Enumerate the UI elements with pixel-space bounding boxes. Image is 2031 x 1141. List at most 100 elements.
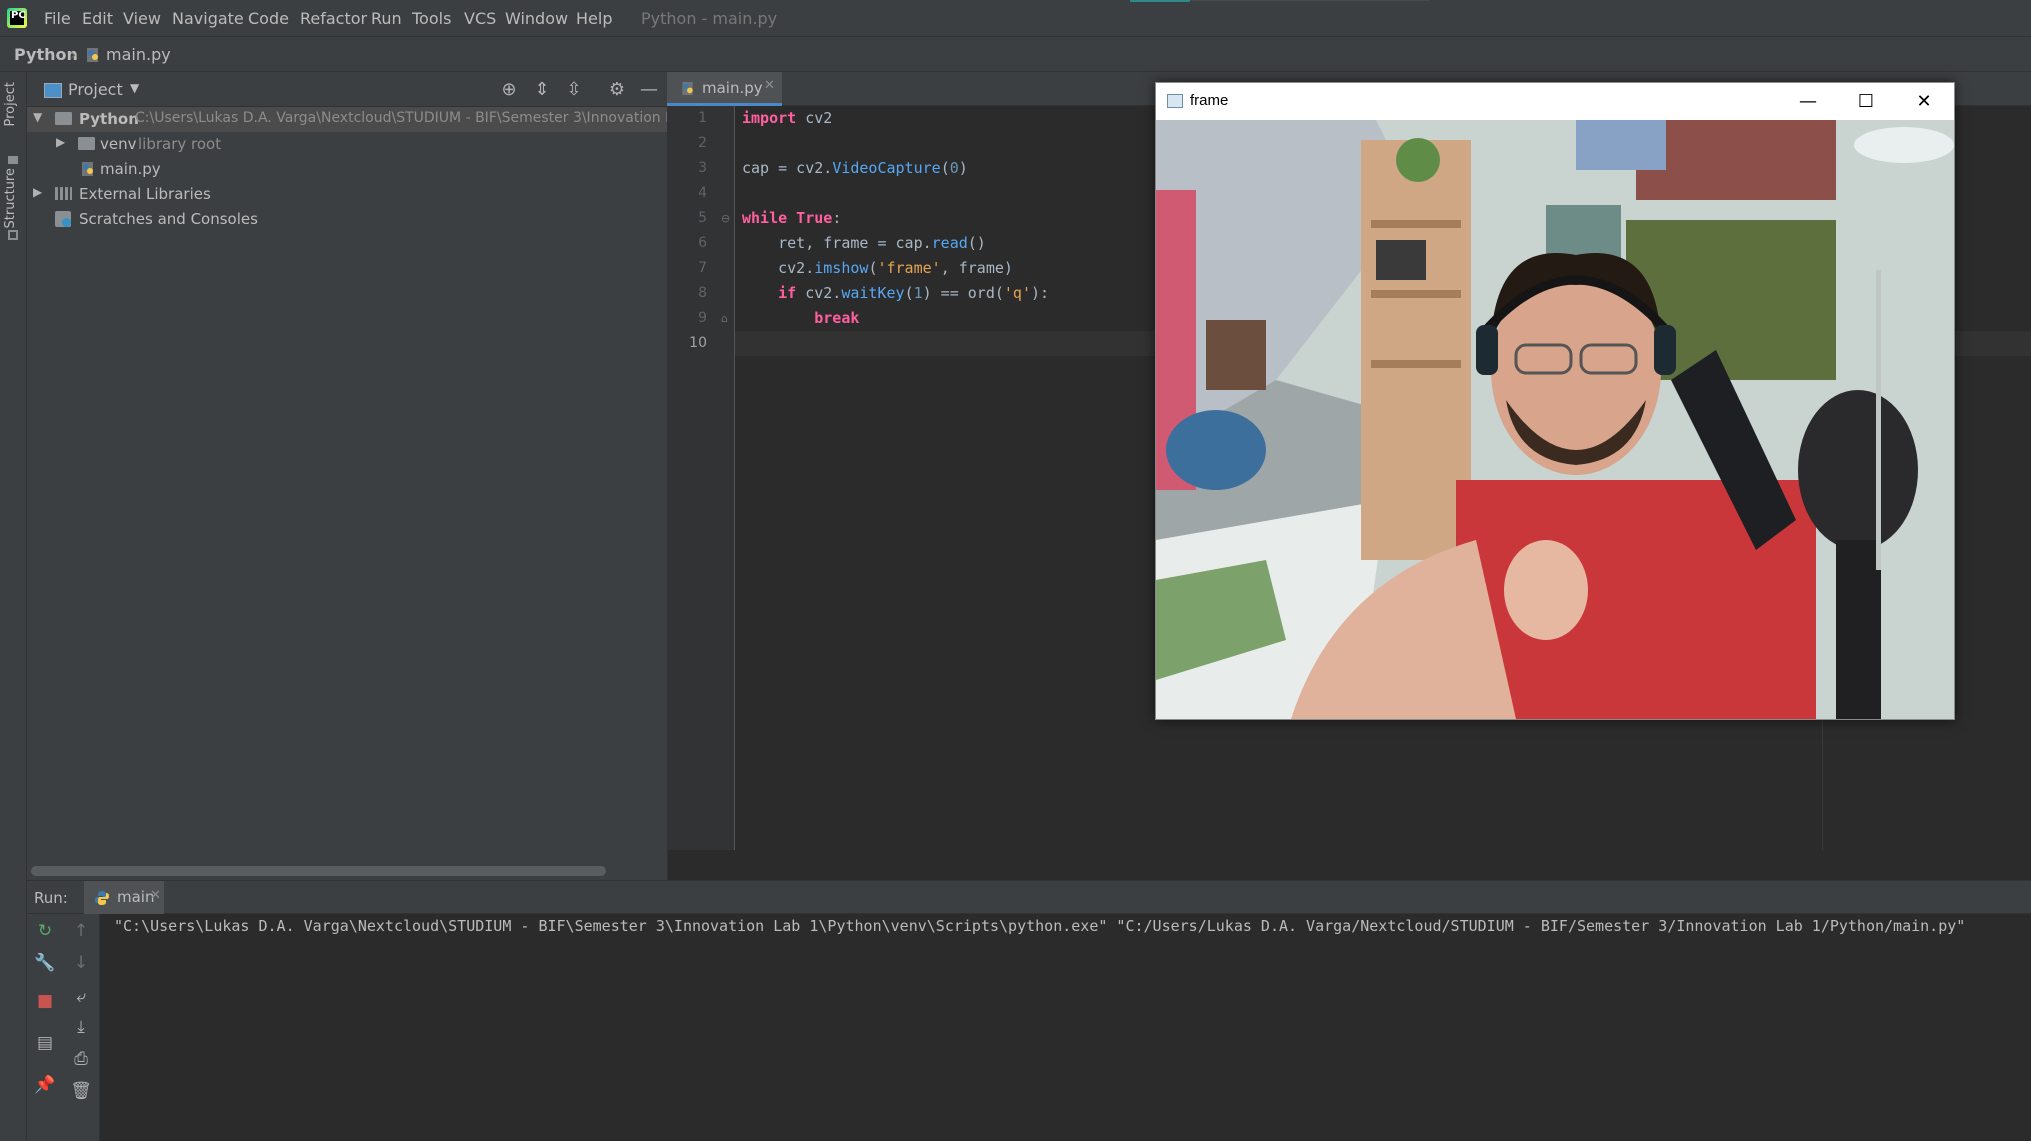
tree-item-detail: library root	[138, 135, 222, 153]
folder-icon	[55, 112, 72, 125]
stop-icon[interactable]: ■	[34, 990, 56, 1012]
line-number: 3	[698, 160, 707, 176]
project-panel-header: Project ▼ ⊕ ⇕ ⇳ ⚙ —	[27, 72, 667, 107]
run-panel-header: Run: main ✕	[27, 880, 2031, 915]
scroll-to-end-icon[interactable]: ⤓	[70, 1016, 92, 1038]
scratches-icon	[55, 211, 71, 227]
layout-icon[interactable]: ▤	[34, 1032, 56, 1054]
run-toolbar-secondary: ↑ ↓ ⤶ ⤓ ⎙ 🗑	[63, 914, 100, 1141]
console-command-line: "C:\Users\Lukas D.A. Varga\Nextcloud\STU…	[114, 917, 1966, 935]
trash-icon[interactable]: 🗑	[70, 1080, 92, 1102]
pin-icon[interactable]: 📌	[34, 1074, 56, 1096]
tree-item-main-py[interactable]: main.py	[27, 157, 667, 182]
maximize-icon[interactable]: ☐	[1837, 83, 1895, 120]
expand-all-icon[interactable]: ⇕	[531, 79, 553, 101]
tree-item-external-libraries[interactable]: ▶ External Libraries	[27, 182, 667, 207]
menu-navigate[interactable]: Navigate	[172, 9, 244, 28]
project-view-icon	[44, 83, 62, 98]
tab-label: main.py	[702, 79, 763, 97]
tree-item-venv[interactable]: ▶ venv library root	[27, 132, 667, 157]
chevron-right-icon[interactable]: ▶	[56, 135, 65, 149]
code-line-9: break	[814, 309, 860, 327]
minimize-icon[interactable]: —	[1779, 83, 1837, 120]
code-line-6: ret, frame = cap.read()	[742, 234, 986, 252]
code-line-5: while True:	[742, 209, 842, 227]
close-icon[interactable]: ✕	[1895, 83, 1953, 120]
menu-tools[interactable]: Tools	[412, 9, 451, 28]
left-tool-strip: Project Structure	[0, 72, 27, 1141]
chevron-down-icon[interactable]: ▼	[130, 81, 139, 95]
structure-tool-tab[interactable]: Structure	[3, 168, 18, 228]
print-icon[interactable]: ⎙	[70, 1048, 92, 1070]
frame-window-title: frame	[1190, 92, 1229, 109]
run-label: Run:	[34, 889, 68, 907]
line-number: 9	[698, 310, 707, 326]
frame-window-titlebar[interactable]: frame — ☐ ✕	[1156, 83, 1954, 120]
horizontal-scrollbar[interactable]	[31, 866, 606, 876]
gear-icon[interactable]: ⚙	[606, 79, 628, 101]
tree-item-label: Python	[79, 110, 139, 128]
menu-window[interactable]: Window	[505, 9, 568, 28]
line-number: 2	[698, 135, 707, 151]
editor-gutter: 1 2 3 4 5 6 7 8 9 10 ⊖ ⌂	[667, 106, 735, 850]
chevron-right-icon[interactable]: ▶	[33, 185, 42, 199]
menu-code[interactable]: Code	[248, 9, 289, 28]
tree-item-label: Scratches and Consoles	[79, 210, 258, 228]
menu-bar: PC File Edit View Navigate Code Refactor…	[0, 0, 2031, 36]
line-number: 1	[698, 110, 707, 126]
breadcrumb-file[interactable]: main.py	[106, 45, 171, 64]
project-tool-tab[interactable]: Project	[3, 82, 18, 126]
close-icon[interactable]: ✕	[764, 78, 775, 93]
tree-item-label: main.py	[100, 160, 161, 178]
line-number: 7	[698, 260, 707, 276]
project-panel-title[interactable]: Project	[68, 80, 123, 99]
console-output[interactable]: "C:\Users\Lukas D.A. Varga\Nextcloud\STU…	[100, 914, 2031, 1141]
line-number: 6	[698, 235, 707, 251]
navigation-bar: Python › main.py	[0, 36, 2031, 72]
breadcrumb-separator-icon: ›	[70, 45, 77, 64]
tree-item-python[interactable]: ▼ Python C:\Users\Lukas D.A. Varga\Nextc…	[27, 107, 690, 132]
run-tab-label: main	[117, 888, 155, 906]
collapse-all-icon[interactable]: ⇳	[563, 79, 585, 101]
menu-refactor[interactable]: Refactor	[300, 9, 367, 28]
tab-main-py[interactable]: main.py ✕	[667, 72, 782, 106]
python-icon	[95, 891, 109, 905]
menu-vcs[interactable]: VCS	[464, 9, 496, 28]
close-icon[interactable]: ✕	[150, 888, 161, 903]
rerun-icon[interactable]: ↻	[34, 920, 56, 942]
tree-item-scratches[interactable]: Scratches and Consoles	[27, 207, 667, 232]
tree-item-label: venv	[100, 135, 137, 153]
menu-help[interactable]: Help	[576, 9, 612, 28]
folder-icon	[8, 156, 18, 164]
line-number: 5	[698, 210, 707, 226]
webcam-image	[1156, 120, 1954, 719]
frame-window[interactable]: frame — ☐ ✕	[1155, 82, 1955, 720]
chevron-down-icon[interactable]: ▼	[33, 110, 42, 124]
python-file-icon	[82, 162, 93, 176]
line-number: 4	[698, 185, 707, 201]
line-number-current: 10	[689, 335, 707, 351]
tree-item-path: C:\Users\Lukas D.A. Varga\Nextcloud\STUD…	[135, 110, 691, 126]
arrow-down-icon[interactable]: ↓	[70, 952, 92, 974]
run-tab-main[interactable]: main ✕	[84, 881, 164, 915]
arrow-up-icon[interactable]: ↑	[70, 920, 92, 942]
structure-icon	[8, 230, 18, 240]
menu-edit[interactable]: Edit	[82, 9, 113, 28]
menu-view[interactable]: View	[123, 9, 161, 28]
soft-wrap-icon[interactable]: ⤶	[70, 986, 92, 1008]
app-window-icon	[1167, 94, 1183, 108]
hide-panel-icon[interactable]: —	[638, 79, 660, 101]
locate-file-icon[interactable]: ⊕	[498, 79, 520, 101]
fold-end-icon[interactable]: ⌂	[721, 312, 728, 325]
library-icon	[55, 187, 72, 200]
menu-file[interactable]: File	[44, 9, 71, 28]
python-file-icon	[87, 48, 98, 62]
webcam-video-frame	[1156, 120, 1954, 719]
code-line-3: cap = cv2.VideoCapture(0)	[742, 159, 968, 177]
wrench-icon[interactable]: 🔧	[34, 952, 56, 974]
fold-marker-icon[interactable]: ⊖	[721, 212, 730, 225]
menu-run[interactable]: Run	[371, 9, 402, 28]
line-number: 8	[698, 285, 707, 301]
breadcrumb-project[interactable]: Python	[14, 45, 78, 64]
pycharm-logo-icon: PC	[7, 8, 27, 28]
